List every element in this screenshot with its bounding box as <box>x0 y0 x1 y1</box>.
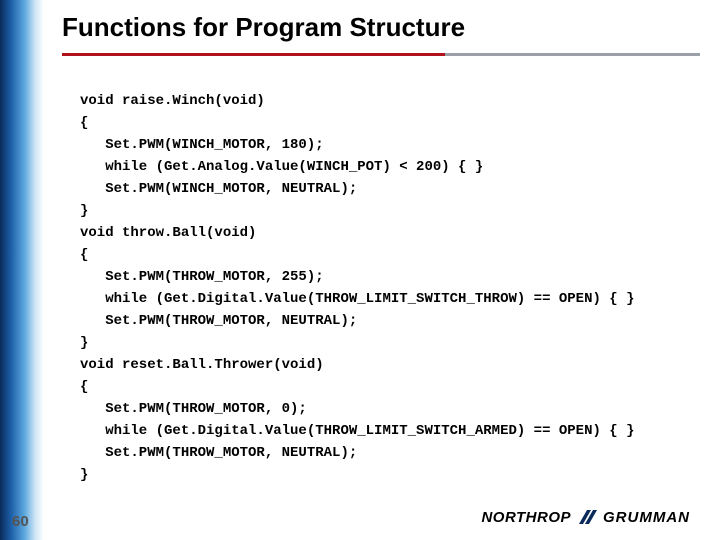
code-block: void raise.Winch(void) { Set.PWM(WINCH_M… <box>80 90 700 486</box>
title-underline <box>62 53 700 56</box>
logo-slash-icon <box>577 508 597 526</box>
slide: Functions for Program Structure void rai… <box>0 0 720 540</box>
footer-logo: NORTHROP GRUMMAN <box>481 508 690 526</box>
slide-title: Functions for Program Structure <box>62 12 700 49</box>
logo-primary-text: NORTHROP <box>481 509 571 526</box>
title-area: Functions for Program Structure <box>62 12 700 56</box>
page-number: 60 <box>12 513 29 530</box>
logo-secondary-text: GRUMMAN <box>603 509 690 526</box>
left-accent-bar <box>0 0 44 540</box>
